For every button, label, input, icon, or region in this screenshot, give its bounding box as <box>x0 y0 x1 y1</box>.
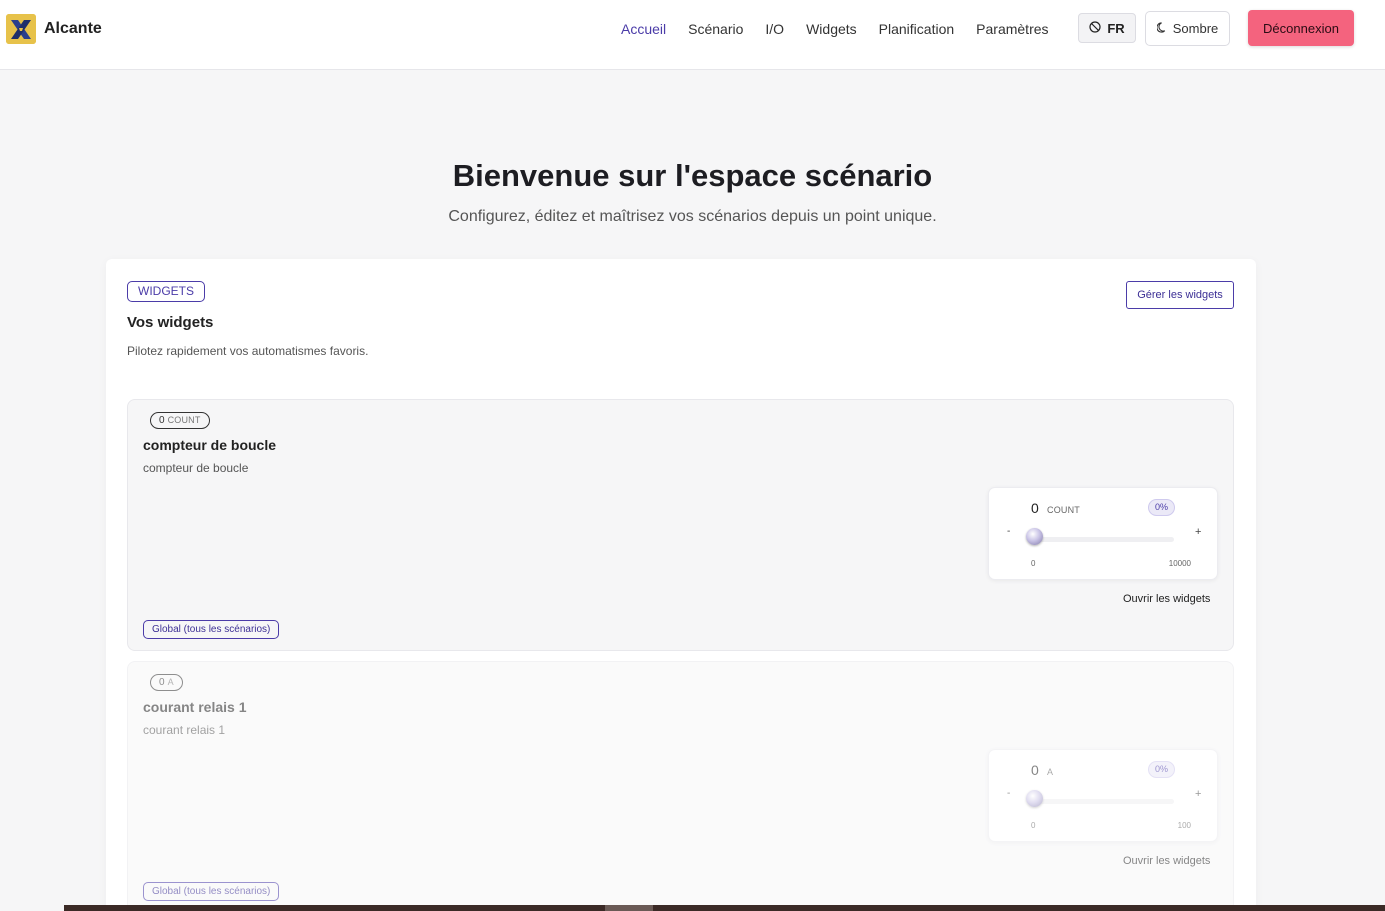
current-value: 0 <box>1031 500 1039 516</box>
value-unit: COUNT <box>1047 505 1080 515</box>
open-widgets-link[interactable]: Ouvrir les widgets <box>1123 855 1210 867</box>
value-unit: A <box>1047 767 1054 777</box>
brand-name: Alcante <box>44 20 102 37</box>
page-subtitle: Configurez, éditez et maîtrisez vos scén… <box>448 208 937 225</box>
slider-track[interactable] <box>1034 799 1174 804</box>
nav-item-io[interactable]: I/O <box>765 20 784 38</box>
theme-toggle-button[interactable]: Sombre <box>1145 11 1230 46</box>
widgets-panel: WIDGETS Gérer les widgets Vos widgets Pi… <box>106 259 1256 911</box>
alcante-logo-icon <box>6 14 36 44</box>
increment-button[interactable]: + <box>1195 788 1201 800</box>
open-widgets-link[interactable]: Ouvrir les widgets <box>1123 593 1210 605</box>
language-label: FR <box>1107 20 1125 36</box>
value-badge: 0 COUNT <box>150 412 210 429</box>
badge-unit: A <box>167 677 174 687</box>
page-title: Bienvenue sur l'espace scénario <box>452 158 933 193</box>
scope-tag: Global (tous les scénarios) <box>143 882 280 901</box>
widgets-tag: WIDGETS <box>127 281 205 302</box>
slider-max-label: 10000 <box>1168 559 1191 568</box>
badge-value: 0 <box>159 415 165 426</box>
value-badge: 0 A <box>150 674 183 691</box>
badge-unit: COUNT <box>167 415 201 425</box>
widget-description: compteur de boucle <box>143 461 249 475</box>
percent-badge: 0% <box>1148 761 1176 778</box>
slider-handle[interactable] <box>1026 790 1043 807</box>
slider-track[interactable] <box>1034 537 1174 542</box>
decrement-button[interactable]: - <box>1007 788 1010 799</box>
moon-icon <box>1156 21 1168 36</box>
increment-button[interactable]: + <box>1195 526 1201 538</box>
widget-title: courant relais 1 <box>143 699 247 715</box>
top-navbar: Alcante Accueil Scénario I/O Widgets Pla… <box>0 0 1385 70</box>
language-button[interactable]: FR <box>1078 13 1136 43</box>
widget-description: courant relais 1 <box>143 723 226 737</box>
widget-card: 0 COUNT compteur de boucle compteur de b… <box>127 399 1234 651</box>
logout-button[interactable]: Déconnexion <box>1248 10 1354 46</box>
nav-item-parametres[interactable]: Paramètres <box>976 20 1048 38</box>
nav-item-scenario[interactable]: Scénario <box>688 20 743 38</box>
scope-tag: Global (tous les scénarios) <box>143 620 280 639</box>
current-value: 0 <box>1031 762 1039 778</box>
slider-control: 0 COUNT 0% - + 0 10000 <box>988 487 1218 580</box>
taskbar-segment <box>605 905 653 911</box>
widget-title: compteur de boucle <box>143 437 277 453</box>
globe-icon <box>1089 20 1101 36</box>
panel-title: Vos widgets <box>127 314 214 331</box>
bottom-taskbar-strip <box>64 905 1385 911</box>
main-nav: Accueil Scénario I/O Widgets Planificati… <box>621 20 1071 38</box>
slider-max-label: 100 <box>1177 821 1191 830</box>
percent-badge: 0% <box>1148 499 1176 516</box>
nav-item-widgets[interactable]: Widgets <box>806 20 857 38</box>
decrement-button[interactable]: - <box>1007 526 1010 537</box>
panel-description: Pilotez rapidement vos automatismes favo… <box>127 344 369 358</box>
widget-card: 0 A courant relais 1 courant relais 1 0 … <box>127 661 1234 911</box>
brand[interactable]: Alcante <box>6 14 102 44</box>
nav-item-planification[interactable]: Planification <box>879 20 955 38</box>
slider-handle[interactable] <box>1026 528 1043 545</box>
slider-control: 0 A 0% - + 0 100 <box>988 749 1218 842</box>
nav-item-accueil[interactable]: Accueil <box>621 20 666 38</box>
slider-min-label: 0 <box>1031 821 1036 830</box>
badge-value: 0 <box>159 677 165 688</box>
manage-widgets-button[interactable]: Gérer les widgets <box>1126 281 1234 309</box>
theme-label: Sombre <box>1172 21 1219 36</box>
slider-min-label: 0 <box>1031 559 1036 568</box>
